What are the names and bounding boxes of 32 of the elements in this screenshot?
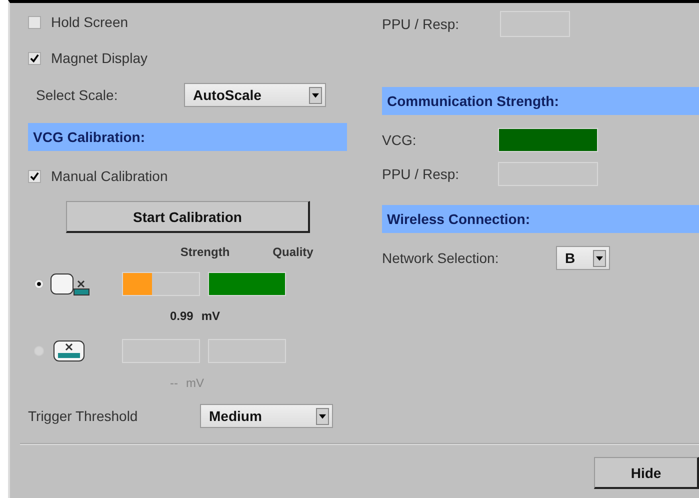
hide-button[interactable]: Hide <box>594 457 699 489</box>
dropdown-caret-icon[interactable] <box>309 86 322 104</box>
network-dropdown[interactable]: B <box>556 246 610 270</box>
ppu-resp-meter <box>500 11 570 37</box>
column-header: Strength <box>179 245 231 261</box>
signal-label: VCG: <box>382 132 418 148</box>
threshold-dropdown[interactable]: Medium <box>200 404 333 428</box>
checkbox-label: Manual Calibration <box>51 168 168 184</box>
section-header: Communication Strength: <box>382 87 699 115</box>
reading-value: -- <box>170 376 178 390</box>
signal-label: PPU / Resp: <box>382 166 460 182</box>
checkbox[interactable] <box>28 16 41 28</box>
scale-dropdown[interactable]: AutoScale <box>184 83 326 107</box>
start-calibration-button[interactable]: Start Calibration <box>66 201 310 233</box>
radio-button[interactable] <box>34 279 44 289</box>
reading-unit: mV <box>201 309 220 323</box>
ppu-resp-label: PPU / Resp: <box>382 16 460 32</box>
network-selection-label: Network Selection: <box>382 250 500 266</box>
checkbox-label: Hold Screen <box>51 14 128 30</box>
checkbox[interactable] <box>28 52 41 64</box>
dropdown-caret-icon[interactable] <box>316 408 329 424</box>
checkbox-label: Magnet Display <box>51 50 148 66</box>
select-scale-label: Select Scale: <box>36 87 119 103</box>
sensor-icon <box>50 271 90 297</box>
reading-value: 0.99 <box>170 309 194 323</box>
section-header: Wireless Connection: <box>382 205 699 233</box>
reading-unit: mV <box>186 376 204 390</box>
column-header: Quality <box>272 245 314 261</box>
trigger-threshold-label: Trigger Threshold <box>28 408 139 424</box>
dropdown-caret-icon[interactable] <box>593 250 606 266</box>
section-header: VCG Calibration: <box>28 123 347 151</box>
checkbox[interactable] <box>28 170 41 182</box>
